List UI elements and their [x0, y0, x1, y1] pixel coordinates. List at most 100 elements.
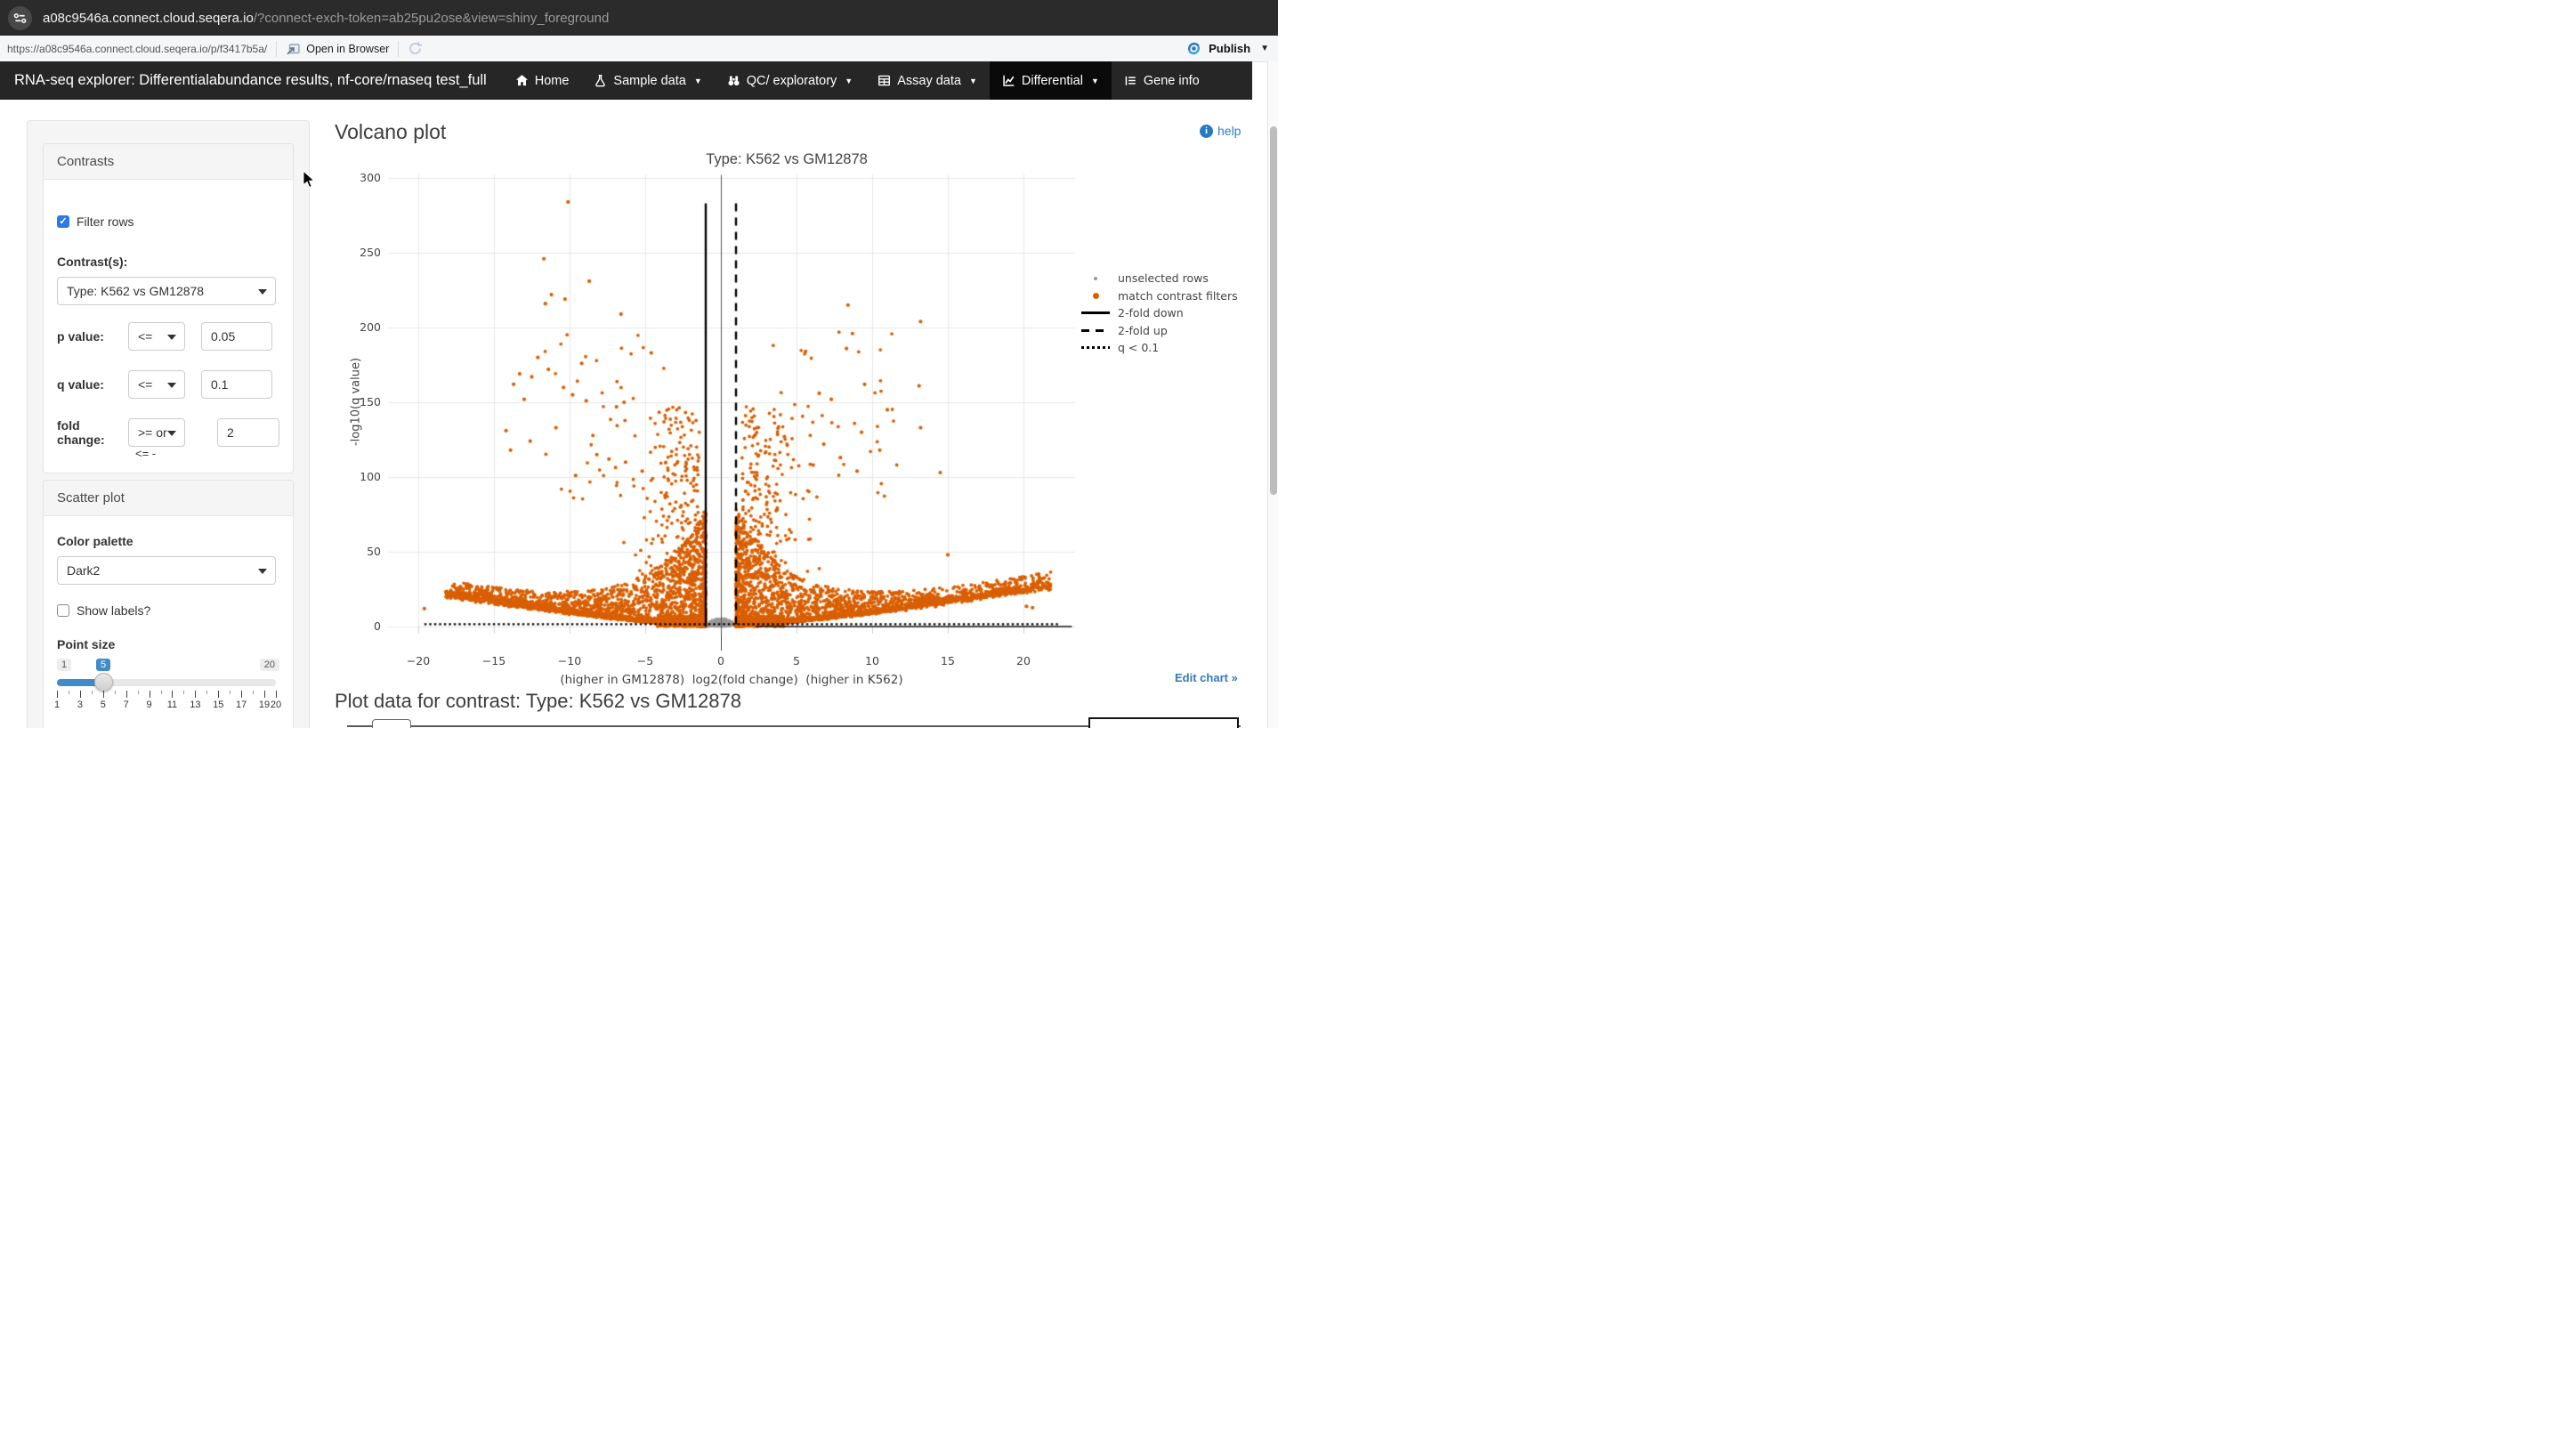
fold-change-operator-value: >= or	[138, 425, 167, 440]
publish-icon	[1185, 40, 1202, 57]
nav-item-label: Home	[535, 74, 570, 88]
p-value-input[interactable]: 0.05	[201, 322, 272, 351]
show-labels-label: Show labels?	[77, 603, 150, 618]
x-tick-label: 10	[865, 654, 879, 667]
scrollbar-thumb[interactable]	[1270, 126, 1277, 495]
nav-item-label: Gene info	[1144, 74, 1200, 88]
scatter-plot-panel: Scatter plot Color palette Dark2 Show la…	[43, 480, 294, 728]
slider-tick	[172, 691, 173, 698]
show-labels-checkbox[interactable]	[57, 604, 69, 617]
nav-item-home[interactable]: Home	[503, 61, 582, 100]
slider-handle[interactable]	[94, 673, 113, 692]
publish-caret-icon[interactable]: ▼	[1260, 44, 1269, 53]
contrast-select[interactable]: Type: K562 vs GM12878	[57, 277, 276, 305]
chart-title: Type: K562 vs GM12878	[706, 151, 868, 168]
nav-item-qc-exploratory[interactable]: QC/ exploratory▼	[715, 61, 865, 100]
open-in-browser-button[interactable]: Open in Browser	[286, 42, 389, 56]
slider-tick-label: 3	[77, 700, 83, 710]
slider-tick-label: 9	[147, 700, 152, 710]
mouse-cursor	[302, 171, 318, 189]
legend-symbol	[1080, 277, 1111, 280]
legend-item[interactable]: q < 0.1	[1080, 339, 1238, 357]
partial-button[interactable]	[372, 719, 411, 728]
legend-item[interactable]: 2-fold up	[1080, 322, 1238, 340]
slider-tick	[138, 691, 139, 694]
nav-item-gene-info[interactable]: Gene info	[1112, 61, 1212, 100]
sliders-icon	[13, 12, 27, 25]
nav-item-assay-data[interactable]: Assay data▼	[865, 61, 990, 100]
legend-item[interactable]: unselected rows	[1080, 270, 1238, 287]
y-tick-label: 250	[342, 246, 381, 259]
y-tick-label: 0	[342, 619, 381, 633]
slider-tick-label: 1	[54, 700, 60, 710]
legend-item[interactable]: 2-fold down	[1080, 304, 1238, 322]
y-tick-label: 150	[342, 395, 381, 408]
p-operator-select[interactable]: <=	[128, 322, 185, 351]
y-tick-label: 200	[342, 320, 381, 334]
chart-legend: unselected rowsmatch contrast filters2-f…	[1080, 270, 1238, 357]
fold-change-operator-select[interactable]: >= or	[128, 418, 185, 447]
nav-item-label: Differential	[1022, 74, 1083, 88]
chevron-down-icon	[167, 335, 176, 340]
contrasts-panel: Contrasts ✓ Filter rows Contrast(s): Typ…	[43, 143, 294, 473]
slider-tick	[80, 691, 81, 698]
filter-rows-checkbox[interactable]: ✓	[57, 215, 69, 228]
slider-tick-label: 19	[259, 700, 270, 710]
slider-tick	[115, 691, 116, 694]
url-host: a08c9546a.connect.cloud.seqera.io	[43, 11, 254, 26]
slider-tick	[103, 691, 104, 698]
separator	[398, 41, 399, 57]
open-in-browser-icon	[286, 42, 301, 56]
browser-profile-icon[interactable]	[8, 6, 32, 30]
color-palette-select[interactable]: Dark2	[57, 556, 276, 585]
point-size-slider[interactable]: 1 5 20 13579111315171920	[57, 659, 279, 716]
nav-item-differential[interactable]: Differential ▼	[990, 61, 1112, 100]
volcano-plot-canvas[interactable]	[388, 174, 1075, 634]
edit-chart-link[interactable]: Edit chart »	[1175, 671, 1238, 684]
show-labels-checkbox-row[interactable]: Show labels?	[57, 603, 279, 618]
slider-ticks: 13579111315171920	[57, 691, 276, 714]
partial-table-header	[1088, 717, 1239, 728]
q-operator-select[interactable]: <=	[128, 370, 185, 399]
slider-value-badge: 5	[96, 659, 110, 671]
publish-label: Publish	[1209, 42, 1250, 55]
refresh-icon[interactable]	[408, 41, 423, 56]
nav-item-label: Assay data	[897, 74, 961, 88]
filter-rows-checkbox-row[interactable]: ✓ Filter rows	[57, 214, 279, 229]
chevron-down-icon	[167, 431, 176, 436]
legend-item[interactable]: match contrast filters	[1080, 287, 1238, 305]
contrasts-panel-title: Contrasts	[44, 144, 293, 180]
scrollbar-track[interactable]	[1267, 61, 1278, 728]
fold-change-value-input[interactable]: 2	[217, 418, 279, 447]
sidebar: Contrasts ✓ Filter rows Contrast(s): Typ…	[27, 120, 310, 728]
help-link[interactable]: i help	[1200, 124, 1241, 138]
legend-label: unselected rows	[1118, 271, 1209, 285]
app-navbar: RNA-seq explorer: Differentialabundance …	[0, 61, 1252, 100]
x-tick-label: 15	[941, 654, 955, 667]
list-icon	[1124, 74, 1137, 87]
color-palette-value: Dark2	[67, 563, 100, 578]
q-operator-value: <=	[138, 377, 152, 392]
chevron-down-icon: ▼	[1091, 77, 1099, 85]
legend-symbol	[1080, 329, 1111, 332]
slider-tick	[230, 691, 231, 694]
x-tick-label: −5	[637, 654, 653, 667]
slider-tick	[253, 691, 254, 694]
q-value-label: q value:	[57, 377, 128, 392]
flask-icon	[594, 74, 607, 87]
home-icon	[515, 74, 529, 87]
publish-button[interactable]: Publish ▼	[1185, 40, 1269, 57]
url-query: /?connect-exch-token=ab25pu2ose&view=shi…	[254, 11, 609, 26]
nav-item-sample-data[interactable]: Sample data▼	[581, 61, 714, 100]
x-tick-label: −10	[558, 654, 581, 667]
address-url[interactable]: a08c9546a.connect.cloud.seqera.io/?conne…	[43, 11, 609, 26]
slider-tick	[276, 691, 277, 698]
fold-change-value-text: 2	[227, 425, 234, 440]
chevron-down-icon	[258, 569, 267, 574]
legend-label: 2-fold down	[1118, 306, 1184, 320]
app-title: RNA-seq explorer: Differentialabundance …	[14, 72, 487, 89]
slider-tick	[183, 691, 184, 694]
q-value-input[interactable]: 0.1	[201, 370, 272, 399]
contrast-select-value: Type: K562 vs GM12878	[67, 284, 204, 298]
help-label: help	[1217, 124, 1241, 138]
